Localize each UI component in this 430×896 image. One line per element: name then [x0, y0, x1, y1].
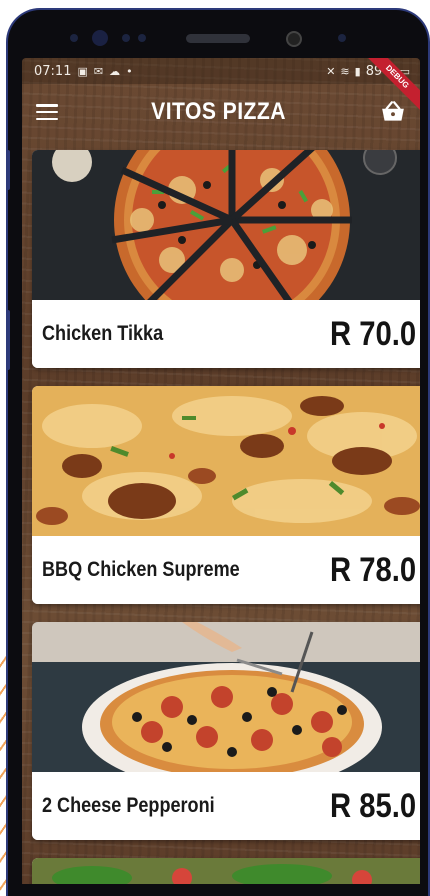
gallery-icon: ▣	[77, 64, 88, 78]
pizza-info-bar: Chicken Tikka R 70.0	[32, 300, 420, 368]
front-camera	[92, 30, 108, 46]
phone-top-bezel	[8, 10, 428, 60]
sensor-dot	[338, 34, 346, 42]
pizza-image	[32, 386, 420, 536]
sensor-dot	[122, 34, 130, 42]
mute-icon: ✕	[326, 64, 336, 78]
iris-scanner	[286, 31, 302, 47]
pizza-card[interactable]: 2 Cheese Pepperoni R 85.0	[32, 622, 420, 840]
app-screen: 07:11 ▣ ✉ ☁ • ✕ ≋ ▮ 89% ▭ DEBUG VITOS PI…	[22, 58, 420, 896]
sensor-dot	[138, 34, 146, 42]
pizza-price: R 70.0	[329, 314, 416, 353]
pizza-price: R 78.0	[329, 550, 416, 589]
pizza-card[interactable]: Chicken Tikka R 70.0	[32, 150, 420, 368]
sensor-dot	[70, 34, 78, 42]
pizza-price: R 85.0	[329, 786, 416, 825]
pizza-image	[32, 150, 420, 300]
pizza-info-bar: 2 Cheese Pepperoni R 85.0	[32, 772, 420, 840]
signal-icon: ▮	[354, 64, 361, 78]
pizza-name: Chicken Tikka	[42, 322, 164, 345]
status-bar: 07:11 ▣ ✉ ☁ • ✕ ≋ ▮ 89% ▭	[22, 58, 420, 84]
power-button	[8, 310, 10, 370]
pizza-card[interactable]: BBQ Chicken Supreme R 78.0	[32, 386, 420, 604]
system-nav-strip	[22, 884, 420, 896]
pizza-name: 2 Cheese Pepperoni	[42, 794, 215, 817]
volume-button	[8, 150, 10, 190]
status-time: 07:11	[34, 63, 72, 79]
earpiece-speaker	[186, 34, 250, 43]
dot-icon: •	[126, 64, 133, 78]
wifi-icon: ≋	[340, 64, 350, 78]
basket-icon[interactable]	[380, 99, 406, 125]
pizza-name: BBQ Chicken Supreme	[42, 558, 240, 581]
pizza-info-bar: BBQ Chicken Supreme R 78.0	[32, 536, 420, 604]
cloud-icon: ☁	[109, 64, 121, 78]
pizza-image	[32, 622, 420, 772]
mail-icon: ✉	[93, 64, 104, 78]
app-title: VITOS PIZZA	[151, 98, 287, 125]
phone-frame: 07:11 ▣ ✉ ☁ • ✕ ≋ ▮ 89% ▭ DEBUG VITOS PI…	[6, 8, 430, 896]
app-bar: VITOS PIZZA	[22, 84, 420, 140]
menu-icon[interactable]	[36, 104, 58, 120]
